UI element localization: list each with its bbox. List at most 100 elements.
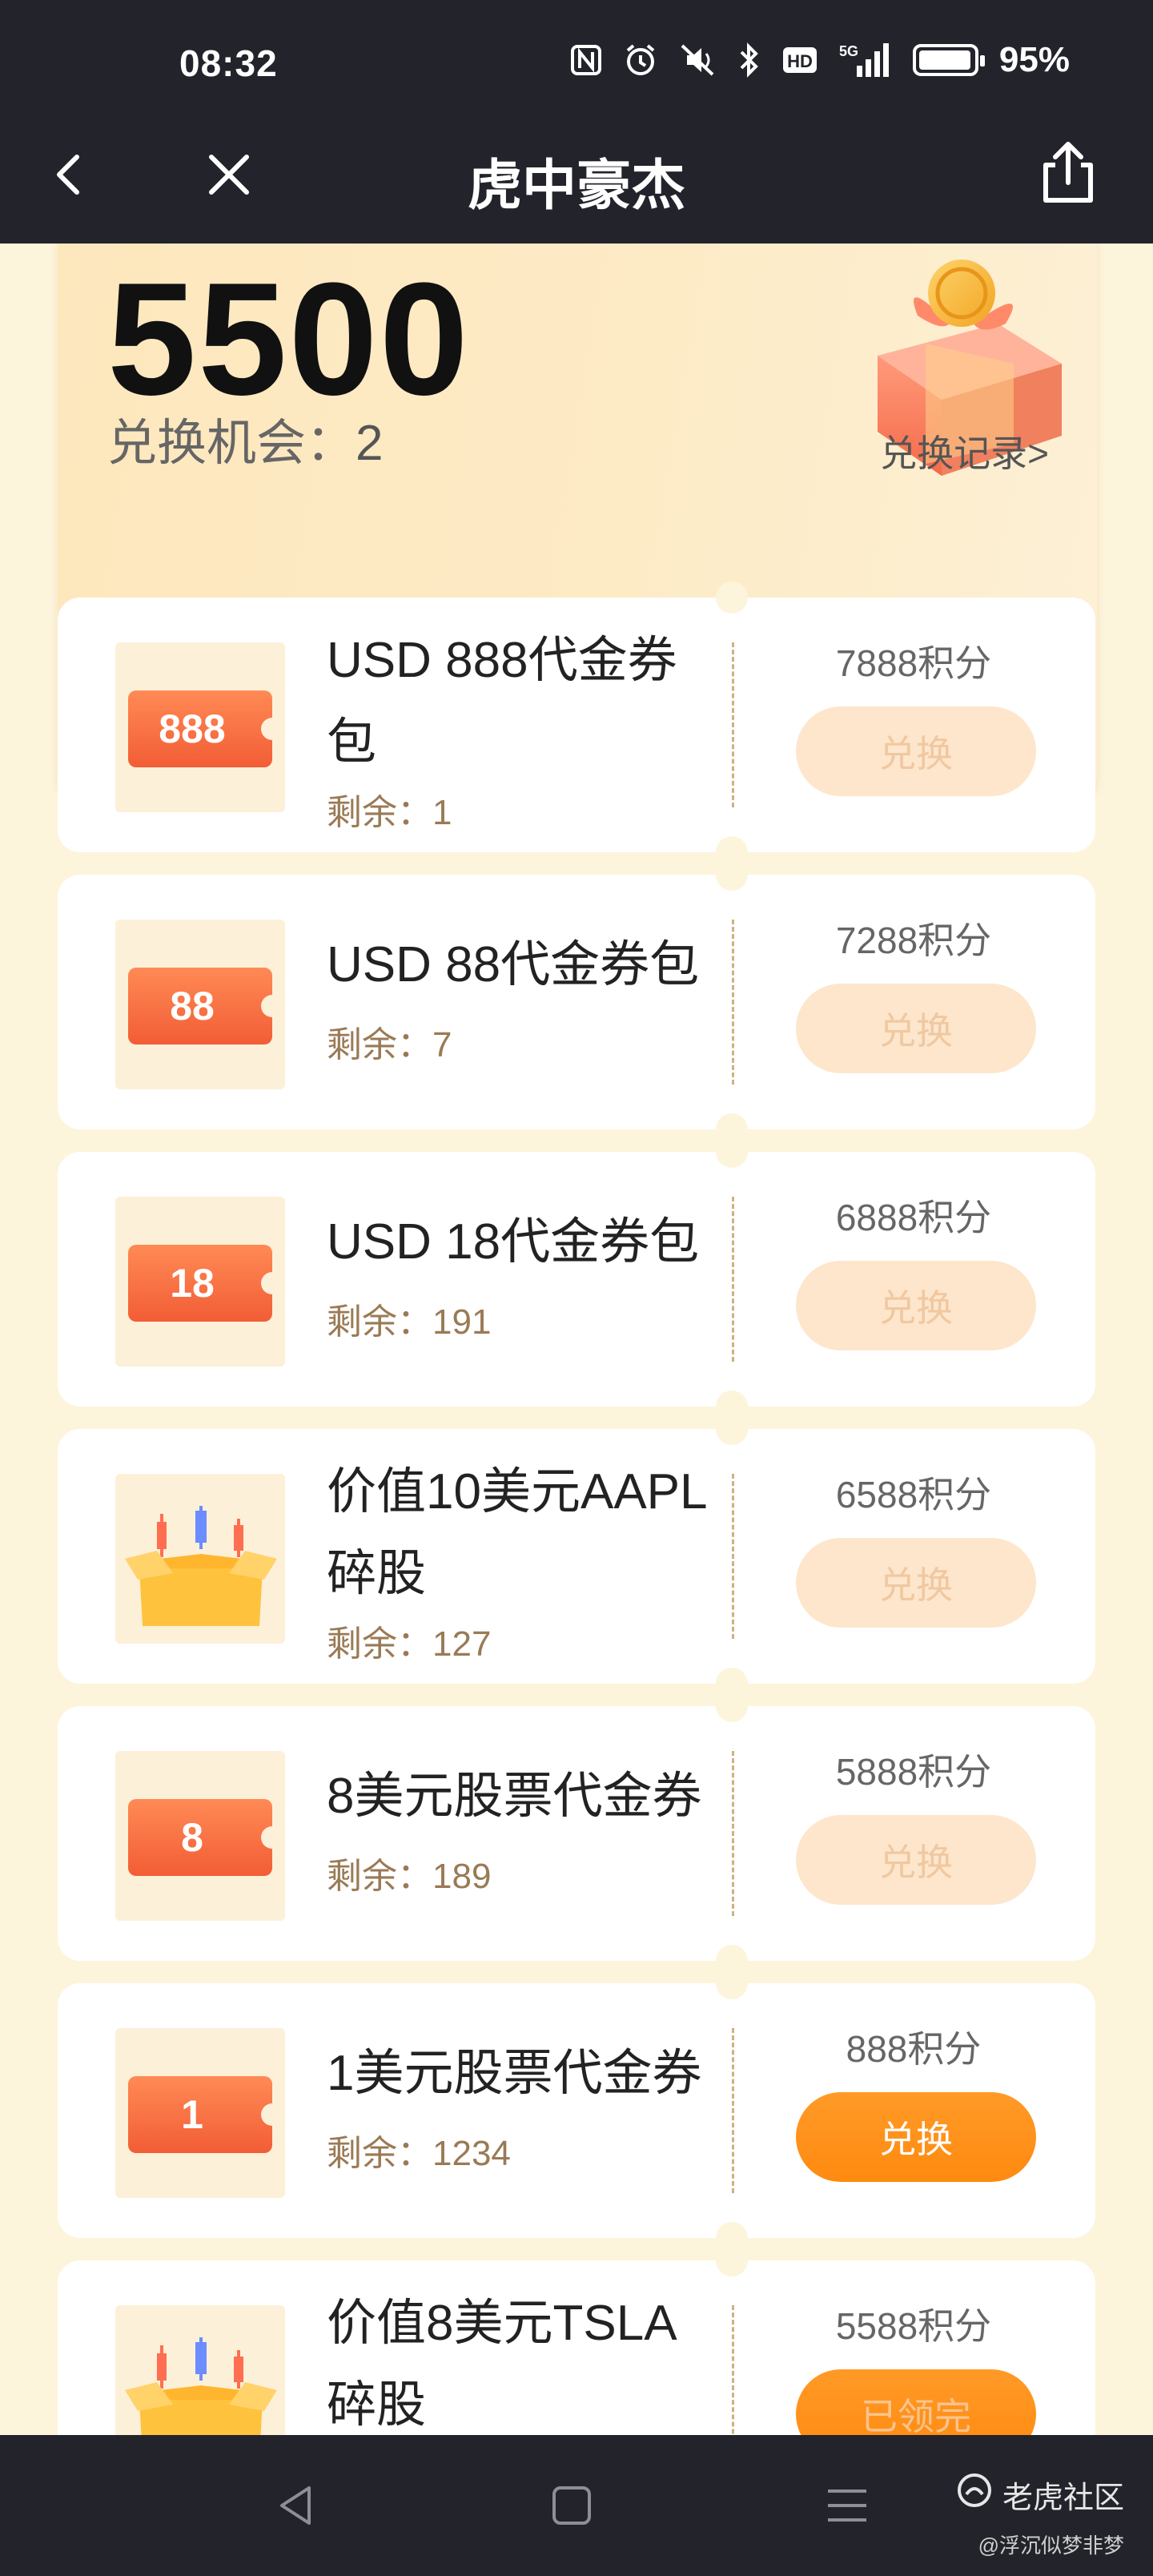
coupon-notch (716, 859, 748, 891)
redeem-button[interactable]: 已领完 (796, 2369, 1036, 2435)
coupon-thumbnail: 18 (115, 1197, 285, 1366)
alarm-icon (623, 42, 658, 78)
coupon-thumbnail: 88 (115, 920, 285, 1089)
voucher-ticket-icon: 88 (128, 968, 283, 1044)
svg-text:HD: HD (787, 51, 813, 71)
coupon-item: 88 USD 88代金券包 剩余：7 7288积分 兑换 (58, 859, 1095, 1145)
redeem-button[interactable]: 兑换 (796, 2092, 1036, 2182)
coupon-price: 6588积分 (835, 1474, 992, 1515)
coupon-title: 价值10美元AAPL碎股 (327, 1464, 708, 1601)
coupon-thumbnail: 888 (115, 642, 285, 812)
bluetooth-icon (738, 42, 761, 78)
status-time: 08:32 (179, 42, 278, 84)
nav-bar: 虎中豪杰 (0, 101, 1153, 244)
coupon-item: 8 8美元股票代金券 剩余：189 5888积分 兑换 (58, 1690, 1095, 1977)
coupon-stock: 剩余：189 (327, 1847, 491, 1898)
coupon-price: 888积分 (846, 2028, 982, 2070)
voucher-ticket-icon: 18 (128, 1245, 283, 1322)
watermark: 老虎社区 @浮沉似梦非梦 (956, 2472, 1124, 2559)
stock-label: 剩余： (327, 1857, 432, 1896)
coupon-notch (716, 1967, 748, 1999)
coupon-notch (716, 2244, 748, 2276)
redeem-button[interactable]: 兑换 (796, 706, 1036, 796)
coupon-stock: 剩余：1234 (327, 2124, 511, 2176)
coupon-stock: 剩余：7 (327, 1016, 452, 1067)
share-icon[interactable] (1031, 136, 1105, 210)
redeem-button[interactable]: 兑换 (796, 1261, 1036, 1350)
stock-label: 剩余： (327, 793, 432, 832)
voucher-ticket-icon: 1 (128, 2076, 283, 2153)
voucher-ticket-icon: 888 (128, 690, 283, 767)
battery-icon (912, 44, 985, 76)
coupon-price: 5888积分 (835, 1751, 992, 1793)
voucher-ticket-icon: 8 (128, 1799, 283, 1876)
voucher-amount: 1 (181, 2092, 203, 2137)
coupon-price: 7888积分 (835, 642, 992, 684)
exchange-chances: 兑换机会：2 (107, 412, 384, 476)
coupon-item: 888 USD 888代金券包 剩余：1 7888积分 兑换 (58, 582, 1095, 868)
status-icons: HD 5G 95% (570, 40, 1070, 80)
page-title: 虎中豪杰 (467, 155, 685, 216)
voucher-amount: 18 (170, 1261, 215, 1306)
stock-count: 191 (432, 1302, 492, 1342)
coupon-item: 价值10美元AAPL碎股 剩余：127 6588积分 兑换 (58, 1413, 1095, 1700)
voucher-amount: 888 (159, 706, 226, 751)
nav-back-triangle-icon[interactable] (272, 2481, 320, 2530)
status-bar: 08:32 HD 5G 95% (0, 0, 1153, 101)
stock-count: 1234 (432, 2134, 511, 2173)
voucher-amount: 88 (170, 984, 215, 1028)
coupon-item: 1 1美元股票代金券 剩余：1234 888积分 兑换 (58, 1967, 1095, 2254)
coupon-price: 5588积分 (835, 2305, 992, 2347)
stock-count: 127 (432, 1624, 492, 1664)
voucher-amount: 8 (181, 1815, 203, 1860)
stock-label: 剩余： (327, 2134, 432, 2173)
coupon-title: 1美元股票代金券 (327, 2046, 702, 2101)
coupon-stock: 剩余：1 (327, 783, 452, 835)
coupon-stock: 剩余：191 (327, 1293, 491, 1344)
signal-5g-icon: 5G (839, 42, 892, 78)
stock-count: 7 (432, 1025, 452, 1065)
redeem-button[interactable]: 兑换 (796, 1815, 1036, 1905)
content-scroll[interactable]: 5500 兑换机会：2 兑换记录> 888 USD 888代金券包 剩余：1 7… (0, 244, 1153, 2435)
coupon-item: 价值8美元TSLA碎股 5588积分 已领完 (58, 2244, 1095, 2435)
coupon-notch (716, 582, 748, 614)
system-nav-bar: 老虎社区 @浮沉似梦非梦 (0, 2435, 1153, 2576)
chances-label: 兑换机会： (107, 416, 356, 471)
redeem-button[interactable]: 兑换 (796, 984, 1036, 1073)
nav-menu-icon[interactable] (823, 2481, 871, 2530)
coupon-title: USD 18代金券包 (327, 1214, 700, 1270)
coupon-price: 6888积分 (835, 1197, 992, 1238)
mute-icon (679, 42, 717, 78)
coupon-item: 18 USD 18代金券包 剩余：191 6888积分 兑换 (58, 1136, 1095, 1423)
coupon-title: USD 88代金券包 (327, 937, 700, 992)
redeem-button[interactable]: 兑换 (796, 1538, 1036, 1628)
coupon-notch (716, 1690, 748, 1722)
tiger-logo-icon (956, 2472, 993, 2517)
coupon-notch (716, 1136, 748, 1168)
coupon-title: USD 888代金券包 (327, 633, 677, 770)
gift-box-art-icon (125, 2337, 277, 2435)
nfc-icon (570, 44, 602, 76)
stock-label: 剩余： (327, 1624, 432, 1664)
coupon-thumbnail: 1 (115, 2028, 285, 2198)
coupon-stock: 剩余：127 (327, 1615, 491, 1666)
coupon-title: 8美元股票代金券 (327, 1769, 702, 1824)
watermark-user: @浮沉似梦非梦 (978, 2534, 1124, 2558)
stock-count: 189 (432, 1857, 492, 1896)
coupon-thumbnail (115, 2305, 285, 2435)
chances-count: 2 (356, 416, 384, 471)
coupon-price: 7288积分 (835, 920, 992, 961)
hd-icon: HD (781, 44, 818, 76)
coupon-thumbnail (115, 1474, 285, 1644)
watermark-brand: 老虎社区 (1002, 2481, 1124, 2515)
gift-box-art-icon (125, 1506, 277, 1626)
nav-home-square-icon[interactable] (548, 2481, 596, 2530)
svg-text:5G: 5G (839, 43, 858, 59)
stock-label: 剩余： (327, 1302, 432, 1342)
exchange-history-link[interactable]: 兑换记录> (880, 425, 1049, 477)
battery-percent: 95% (998, 40, 1070, 79)
coupon-title: 价值8美元TSLA碎股 (327, 2296, 677, 2433)
stock-label: 剩余： (327, 1025, 432, 1065)
coupon-thumbnail: 8 (115, 1751, 285, 1921)
stock-count: 1 (432, 793, 452, 832)
